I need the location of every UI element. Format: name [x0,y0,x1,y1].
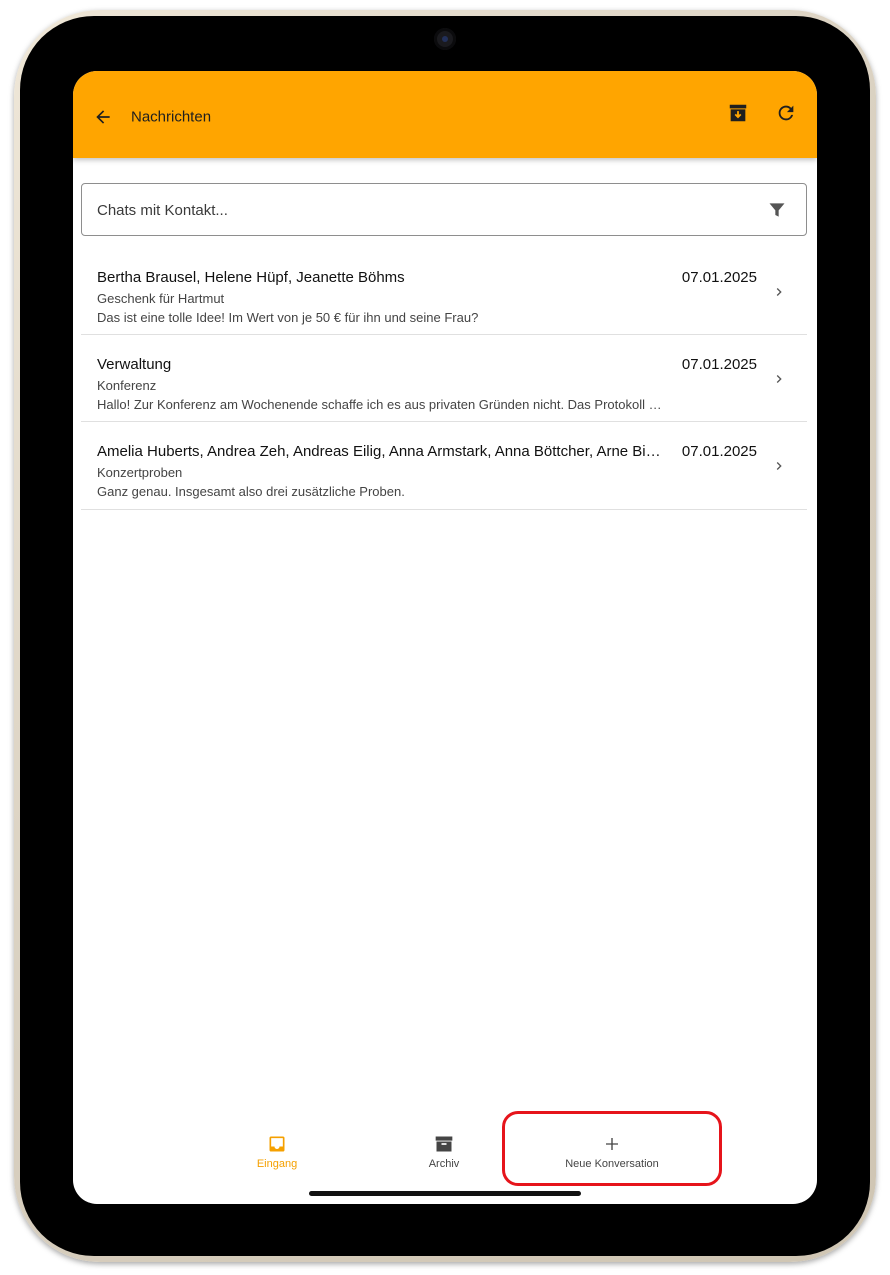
chat-subject: Konzertproben [97,465,183,480]
inbox-icon [267,1133,287,1155]
chevron-right-icon [776,462,782,470]
chat-subject: Geschenk für Hartmut [97,291,225,306]
archive-download-icon [729,104,747,122]
chat-list-item[interactable]: Bertha Brausel, Helene Hüpf, Jeanette Bö… [81,248,807,335]
chevron-right-icon [776,288,782,296]
chat-preview: Hallo! Zur Konferenz am Wochenende schaf… [97,397,665,412]
nav-item-archive[interactable]: Archiv [379,1129,509,1189]
nav-label: Eingang [256,1158,298,1170]
chat-preview: Ganz genau. Insgesamt also drei zusätzli… [97,484,405,499]
chat-date: 07.01.2025 [681,443,757,460]
chat-date: 07.01.2025 [681,269,757,286]
chat-participants: Bertha Brausel, Helene Hüpf, Jeanette Bö… [97,269,405,286]
chat-participants: Amelia Huberts, Andrea Zeh, Andreas Eili… [97,443,662,460]
back-button[interactable] [89,103,117,131]
chevron-right-icon [776,375,782,383]
search-input[interactable] [95,184,749,237]
arrow-left-icon [96,110,110,124]
filter-button[interactable] [766,199,788,221]
bottom-navigation: Eingang Archiv Neue Konversation [73,1129,817,1189]
chat-participants: Verwaltung [97,356,172,373]
camera-icon [434,28,456,50]
filter-icon [769,203,785,217]
nav-item-new-conversation[interactable]: Neue Konversation [547,1129,677,1189]
archive-download-button[interactable] [724,99,752,127]
app-screen: Nachrichten Bertha Brausel, Helene Hüpf,… [73,71,817,1204]
nav-label: Neue Konversation [565,1158,659,1170]
chat-date: 07.01.2025 [681,356,757,373]
nav-item-inbox[interactable]: Eingang [212,1129,342,1189]
chat-preview: Das ist eine tolle Idee! Im Wert von je … [97,310,479,325]
home-indicator [309,1191,581,1196]
chat-list-item[interactable]: Verwaltung 07.01.2025 Konferenz Hallo! Z… [81,335,807,422]
chat-list: Bertha Brausel, Helene Hüpf, Jeanette Bö… [81,248,807,510]
search-field [81,183,807,237]
refresh-button[interactable] [772,99,800,127]
refresh-icon [778,105,794,121]
app-bar: Nachrichten [73,71,817,158]
nav-label: Archiv [428,1158,460,1170]
chat-subject: Konferenz [97,378,157,393]
page-title: Nachrichten [131,108,212,126]
chat-list-item[interactable]: Amelia Huberts, Andrea Zeh, Andreas Eili… [81,422,807,510]
plus-icon [603,1133,621,1155]
archive-box-icon [434,1133,454,1155]
